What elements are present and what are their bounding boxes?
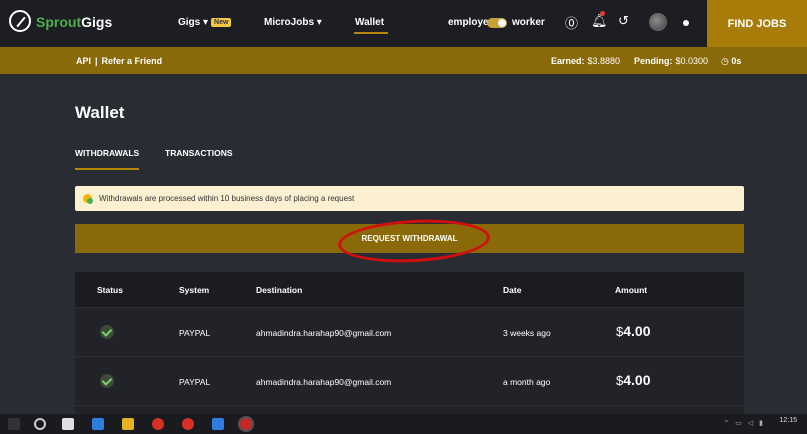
column-status: Status [97,285,123,295]
notification-dot [600,11,605,16]
mode-employer-label: employer [448,17,493,28]
folder-icon[interactable] [122,418,134,430]
account-subbar: API | Refer a Friend Earned: $3.8880 Pendin… [0,47,807,74]
timer: ◷ 0s [721,56,741,67]
column-date: Date [503,285,522,295]
nav-gigs[interactable]: Gigs ▾ New [178,17,232,28]
help-icon[interactable]: ⓪ [565,13,578,32]
app-icon[interactable] [62,418,74,430]
refer-friend-link[interactable]: Refer a Friend [102,56,163,66]
search-icon[interactable] [34,418,46,430]
tab-withdrawals[interactable]: WITHDRAWALS [75,148,139,158]
start-icon[interactable] [8,418,20,430]
os-taskbar: ⌃ ▭ ◁ ▮ 12:15 [0,414,807,434]
brand-part1: Sprout [36,14,82,30]
cell-system: PAYPAL [179,377,211,387]
withdrawal-notice: Withdrawals are processed within 10 busi… [75,186,744,211]
cell-destination: ahmadindra.harahap90@gmail.com [256,377,392,387]
table-row: PAYPAL ahmadindra.harahap90@gmail.com a … [75,356,744,404]
amount-value: 4.00 [623,323,651,339]
cell-amount: $4.00 [616,323,650,339]
system-tray-icons[interactable]: ⌃ ▭ ◁ ▮ [723,419,765,427]
cell-system: PAYPAL [179,328,211,338]
separator: | [95,56,98,66]
history-icon[interactable]: ↺ [618,13,629,29]
api-link[interactable]: API [76,56,91,66]
notice-text: Withdrawals are processed within 10 busi… [99,194,355,203]
check-icon [100,325,114,339]
employer-worker-toggle[interactable] [487,18,507,28]
active-tab-indicator [75,168,139,170]
chrome-icon[interactable] [152,418,164,430]
withdrawals-table: Status System Destination Date Amount PA… [75,272,744,422]
cell-date: a month ago [503,377,551,387]
timer-value: 0s [731,56,742,66]
clock-icon: ◷ [721,56,729,66]
find-jobs-button[interactable]: FIND JOBS [707,0,807,47]
nav-microjobs[interactable]: MicroJobs ▾ [264,17,322,28]
nav-active-indicator [354,32,388,34]
brand-logo[interactable]: SproutGigs [36,14,112,30]
app-icon[interactable] [212,418,224,430]
column-system: System [179,285,210,295]
check-icon [100,374,114,388]
bell-icon[interactable]: 🔔︎ [591,13,608,29]
cell-amount: $4.00 [616,372,650,388]
avatar[interactable] [649,13,667,31]
toggle-knob [498,19,506,27]
brand-part2: Gigs [81,14,113,30]
info-icon [83,194,93,204]
pending-stat: Pending: $0.0300 [634,56,708,66]
pending-label: Pending: [634,56,673,66]
earned-value: $3.8880 [587,56,621,66]
nav-wallet[interactable]: Wallet [355,17,384,28]
table-row: PAYPAL ahmadindra.harahap90@gmail.com 3 … [75,307,744,355]
tab-transactions[interactable]: TRANSACTIONS [165,148,233,158]
new-badge: New [211,18,232,27]
taskbar-clock: 12:15 [779,417,797,424]
cell-destination: ahmadindra.harahap90@gmail.com [256,328,392,338]
page-title: Wallet [75,103,125,122]
earned-label: Earned: [551,56,585,66]
column-amount: Amount [615,285,648,295]
table-header: Status System Destination Date Amount [75,272,744,307]
sproutgigs-logo-icon[interactable] [9,10,31,32]
request-withdrawal-button[interactable]: REQUEST WITHDRAWAL [75,224,744,253]
dot-menu-icon[interactable] [683,20,689,26]
amount-value: 4.00 [623,372,651,388]
top-navbar: SproutGigs Gigs ▾ New MicroJobs ▾ Wallet … [0,0,807,47]
column-destination: Destination [256,285,303,295]
chrome-active-icon[interactable] [238,416,254,432]
browser-icon[interactable] [92,418,104,430]
mode-worker-label: worker [512,17,545,28]
pending-value: $0.0300 [675,56,709,66]
earned-stat: Earned: $3.8880 [551,56,620,66]
cell-date: 3 weeks ago [503,328,551,338]
nav-gigs-label: Gigs ▾ [178,17,209,28]
chrome-icon[interactable] [182,418,194,430]
